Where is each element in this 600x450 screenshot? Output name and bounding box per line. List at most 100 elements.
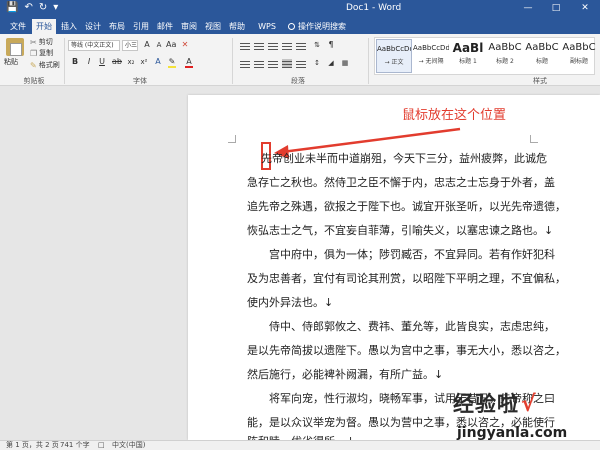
format-painter-button[interactable]: ✎ 格式刷 — [30, 61, 60, 70]
text-line: 侍中、侍郎郭攸之、费祎、董允等，此皆良实，志虑忠纯， — [269, 320, 555, 333]
justify-icon[interactable] — [282, 59, 292, 68]
style-normal[interactable]: AaBbCcDd → 正文 — [376, 39, 412, 73]
brush-icon: ✎ — [30, 61, 37, 70]
save-icon[interactable]: 💾 — [6, 2, 18, 14]
watermark-text: 经验啦 — [453, 392, 519, 416]
cut-label: 剪切 — [38, 38, 53, 46]
paste-icon[interactable] — [6, 38, 24, 56]
style-title[interactable]: AaBbC 标题 — [524, 39, 560, 73]
align-right-icon[interactable] — [268, 59, 278, 68]
style-heading-2[interactable]: AaBbC 标题 2 — [487, 39, 523, 73]
line-spacing-icon[interactable]: ↕ — [312, 58, 322, 68]
align-left-icon[interactable] — [240, 59, 250, 68]
show-marks-icon[interactable]: ¶ — [326, 40, 336, 50]
restore-icon[interactable]: □ — [542, 0, 570, 17]
cut-button[interactable]: ✂ 剪切 — [30, 38, 53, 47]
format-painter-label: 格式刷 — [38, 61, 60, 69]
tab-help[interactable]: 帮助 — [226, 19, 248, 34]
font-size-select[interactable]: 小三 — [122, 40, 138, 51]
watermark-url: jingyanla.com — [457, 425, 568, 441]
text-line: 追先帝之殊遇，欲报之于陛下也。诚宜开张圣听，以光先帝遗德， — [247, 200, 566, 213]
font-name-select[interactable]: 等线 (中文正文) — [68, 40, 120, 51]
style-name: 标题 — [535, 58, 548, 65]
ribbon-tabs: 文件 开始 插入 设计 布局 引用 邮件 审阅 视图 帮助 WPS PDF 操作… — [0, 17, 600, 46]
watermark-logo: 经验啦√ — [453, 388, 536, 418]
distributed-icon[interactable] — [296, 59, 306, 68]
tab-wps-pdf[interactable]: WPS PDF — [250, 19, 284, 46]
quick-access-toolbar: 💾 ↶ ↻ ▾ — [6, 2, 58, 14]
checkmark-icon: √ — [521, 392, 536, 417]
style-name: 标题 1 — [459, 58, 477, 65]
subscript-icon[interactable]: x₂ — [126, 57, 136, 67]
window-controls: — □ ✕ — [514, 0, 600, 17]
redo-icon[interactable]: ↻ — [39, 2, 47, 14]
ribbon-separator — [368, 38, 369, 84]
close-icon[interactable]: ✕ — [570, 0, 600, 17]
tab-mailings[interactable]: 邮件 — [154, 19, 176, 34]
underline-icon[interactable]: U — [97, 57, 107, 67]
ribbon-separator — [64, 38, 65, 84]
highlight-icon[interactable]: ✎ — [167, 57, 177, 68]
style-sample: AaBbCcDd — [377, 45, 411, 53]
tab-layout[interactable]: 布局 — [106, 19, 128, 34]
title-bar: 💾 ↶ ↻ ▾ Doc1 - Word — □ ✕ — [0, 0, 600, 17]
shrink-font-icon[interactable]: A — [154, 40, 164, 50]
text-line: 宫中府中，俱为一体；陟罚臧否，不宜异同。若有作奸犯科 — [269, 248, 555, 261]
tab-review[interactable]: 审阅 — [178, 19, 200, 34]
strikethrough-icon[interactable]: ab — [112, 57, 122, 67]
increase-indent-icon[interactable] — [296, 41, 306, 50]
undo-icon[interactable]: ↶ — [24, 2, 32, 14]
tab-file[interactable]: 文件 — [6, 19, 30, 34]
italic-icon[interactable]: I — [84, 57, 94, 67]
proofing-icon[interactable]: □ — [98, 441, 105, 450]
font-color-icon[interactable]: A — [184, 57, 194, 68]
tab-home[interactable]: 开始 — [32, 19, 56, 34]
style-no-spacing[interactable]: AaBbCcDd → 无间隔 — [413, 39, 449, 73]
bullets-icon[interactable] — [240, 41, 250, 50]
style-heading-1[interactable]: AaBl 标题 1 — [450, 39, 486, 73]
tell-me-label: 操作说明搜索 — [298, 22, 346, 31]
page-count[interactable]: 第 1 页，共 2 页 — [6, 441, 59, 450]
word-count[interactable]: 741 个字 — [60, 441, 90, 450]
style-sample: AaBbC — [525, 42, 559, 53]
text-line: 急存亡之秋也。然侍卫之臣不懈于内，忠志之士忘身于外者，盖 — [247, 176, 555, 189]
bold-icon[interactable]: B — [70, 57, 80, 67]
superscript-icon[interactable]: x² — [139, 57, 149, 67]
text-line: 使内外异法也。↓ — [247, 296, 334, 309]
language-indicator[interactable]: 中文(中国) — [112, 441, 145, 450]
style-name: → 无间隔 — [418, 58, 444, 65]
paste-button-label[interactable]: 粘贴 — [4, 58, 18, 66]
decrease-indent-icon[interactable] — [282, 41, 292, 50]
style-subtitle[interactable]: AaBbC 副标题 — [561, 39, 597, 73]
text-line: 先帝创业未半而中道崩殂，今天下三分，益州疲弊，此诚危 — [261, 152, 547, 165]
text-effects-icon[interactable]: A — [153, 57, 163, 67]
tab-design[interactable]: 设计 — [82, 19, 104, 34]
tell-me-search[interactable]: 操作说明搜索 — [288, 19, 350, 34]
change-case-icon[interactable]: Aa — [166, 40, 176, 50]
sort-icon[interactable]: ⇅ — [312, 40, 322, 50]
paragraph-group-label: 段落 — [291, 77, 305, 85]
multilevel-list-icon[interactable] — [268, 41, 278, 50]
clear-format-icon[interactable]: ✕ — [180, 40, 190, 50]
tab-references[interactable]: 引用 — [130, 19, 152, 34]
document-title: Doc1 - Word — [346, 3, 402, 13]
tab-insert[interactable]: 插入 — [58, 19, 80, 34]
lightbulb-icon — [288, 23, 295, 30]
text-line: 及为忠善者，宜付有司论其刑赏，以昭陛下平明之理，不宜偏私， — [247, 272, 566, 285]
document-page[interactable]: 鼠标放在这个位置 先帝创业未半而中道崩殂，今天下三分，益州疲弊，此诚危 急存亡之… — [188, 95, 600, 448]
text-line: 然后施行，必能裨补阙漏，有所广益。↓ — [247, 368, 444, 381]
align-center-icon[interactable] — [254, 59, 264, 68]
style-sample: AaBbCcDd — [413, 44, 449, 52]
shading-icon[interactable]: ◢ — [326, 58, 336, 68]
clipboard-group-label: 剪贴板 — [23, 77, 45, 85]
customize-icon[interactable]: ▾ — [53, 2, 58, 14]
grow-font-icon[interactable]: A — [142, 40, 152, 50]
text-line: 恢弘志士之气，不宜妄自菲薄，引喻失义，以塞忠谏之路也。↓ — [247, 224, 554, 237]
copy-button[interactable]: ❐ 复制 — [30, 49, 53, 58]
style-name: 副标题 — [569, 58, 588, 65]
document-area[interactable]: 鼠标放在这个位置 先帝创业未半而中道崩殂，今天下三分，益州疲弊，此诚危 急存亡之… — [0, 86, 600, 448]
minimize-icon[interactable]: — — [514, 0, 542, 17]
borders-icon[interactable]: ▦ — [340, 58, 350, 68]
numbering-icon[interactable] — [254, 41, 264, 50]
tab-view[interactable]: 视图 — [202, 19, 224, 34]
